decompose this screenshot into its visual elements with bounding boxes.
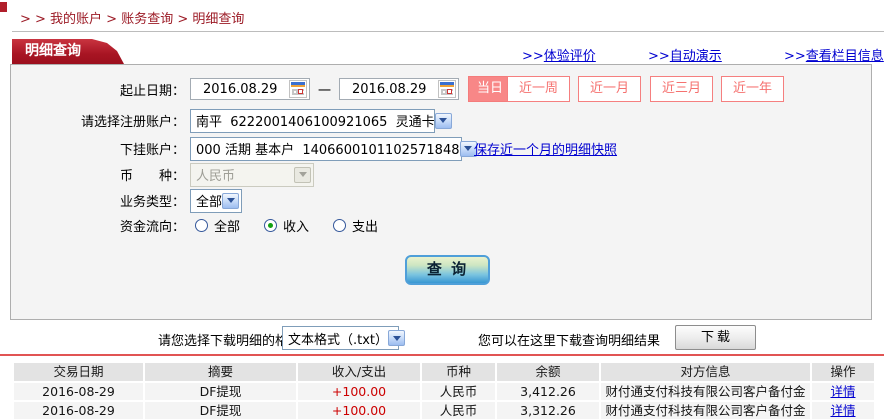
date-from-value: 2016.08.29 [203, 81, 278, 97]
fund-flow-row: 资金流向： 全部 收入 支出 [10, 216, 378, 235]
registered-account-select[interactable]: 南平 6222001406100921065 灵通卡 [190, 108, 452, 133]
dropdown-arrow-icon[interactable] [434, 112, 452, 129]
query-button[interactable]: 查 询 [405, 255, 490, 285]
cell-amount: +100.00 [298, 383, 420, 400]
dropdown-arrow-icon[interactable] [222, 192, 240, 209]
link-view-column-info[interactable]: >>查看栏目信息 [784, 45, 884, 64]
breadcrumb[interactable]: > > 我的账户 > 账务查询 > 明细查询 [20, 8, 244, 27]
date-range-label: 起止日期： [119, 83, 185, 99]
business-type-select[interactable]: 全部 [190, 188, 242, 213]
currency-label: 币 种： [119, 169, 185, 184]
quick-range-year-button[interactable]: 近一年 [721, 76, 784, 102]
link-label: 查看栏目信息 [805, 49, 884, 64]
download-row: 请您选择下载明细的格式 文本格式（.txt） 您可以在这里下载查询明细结果 下载 [0, 325, 884, 351]
currency-select-disabled: 人民币 [190, 162, 314, 187]
cell-action: 详情 [812, 402, 874, 419]
radio-unchecked-icon[interactable] [195, 218, 208, 232]
col-header-summary: 摘要 [145, 363, 296, 381]
tab-detail-query[interactable]: 明细查询 [12, 39, 124, 64]
cell-currency: 人民币 [422, 383, 495, 400]
transactions-table: 交易日期 摘要 收入/支出 币种 余额 对方信息 操作 2016-08-29 D… [14, 363, 874, 419]
business-type-label: 业务类型： [119, 195, 185, 210]
calendar-icon[interactable] [289, 80, 307, 98]
col-header-date: 交易日期 [14, 363, 143, 381]
cell-counterparty: 财付通支付科技有限公司客户备付金 [601, 402, 810, 419]
col-header-currency: 币种 [422, 363, 495, 381]
flow-option-income-label[interactable]: 收入 [283, 216, 309, 235]
col-header-amount: 收入/支出 [298, 363, 420, 381]
business-type-value: 全部 [196, 195, 223, 210]
save-snapshot-link[interactable]: 保存近一个月的明细快照 [474, 139, 617, 158]
dropdown-arrow-icon[interactable] [388, 330, 406, 346]
cell-balance: 3,312.26 [497, 402, 599, 419]
download-button[interactable]: 下载 [675, 325, 756, 350]
cell-summary: DF提现 [145, 383, 296, 400]
business-type-row: 业务类型： 全部 [10, 188, 242, 213]
sub-account-row: 下挂账户： 000 活期 基本户 1406600101102571848 保存近… [10, 136, 617, 161]
cell-action: 详情 [812, 383, 874, 400]
registered-account-label: 请选择注册账户： [80, 115, 185, 130]
flow-option-all[interactable]: 全部 [195, 216, 240, 235]
col-header-action: 操作 [812, 363, 874, 381]
flow-option-expense-label[interactable]: 支出 [352, 216, 378, 235]
cell-currency: 人民币 [422, 402, 495, 419]
col-header-counterparty: 对方信息 [601, 363, 810, 381]
detail-link[interactable]: 详情 [830, 384, 855, 399]
flow-option-expense[interactable]: 支出 [333, 216, 378, 235]
table-top-divider [0, 354, 884, 356]
link-experience-feedback[interactable]: >>体验评价 [522, 45, 596, 64]
link-label: 体验评价 [543, 49, 596, 64]
cell-summary: DF提现 [145, 402, 296, 419]
date-separator: 一 [318, 83, 332, 99]
sub-account-select[interactable]: 000 活期 基本户 1406600101102571848 [190, 136, 477, 161]
calendar-icon[interactable] [438, 80, 457, 98]
download-format-value: 文本格式（.txt） [288, 332, 389, 348]
link-prefix: >> [522, 49, 544, 64]
quick-range-quarter-button[interactable]: 近三月 [650, 76, 713, 102]
link-label: 自动演示 [669, 49, 722, 64]
cell-amount: +100.00 [298, 402, 420, 419]
radio-unchecked-icon[interactable] [333, 218, 347, 232]
corner-mark [0, 2, 7, 12]
download-format-select[interactable]: 文本格式（.txt） [282, 326, 406, 350]
cell-counterparty: 财付通支付科技有限公司客户备付金 [601, 383, 810, 400]
currency-row: 币 种： 人民币 [10, 162, 314, 187]
col-header-balance: 余额 [497, 363, 599, 381]
detail-link[interactable]: 详情 [830, 403, 855, 418]
detail-query-page: > > 我的账户 > 账务查询 > 明细查询 明细查询 >>体验评价 >>自动演… [0, 0, 884, 420]
quick-range-month-button[interactable]: 近一月 [578, 76, 641, 102]
date-to-value: 2016.08.29 [352, 81, 427, 97]
flow-option-income[interactable]: 收入 [264, 216, 309, 235]
link-prefix: >> [784, 49, 806, 64]
date-to-input[interactable]: 2016.08.29 [339, 78, 460, 100]
fund-flow-label: 资金流向： [119, 219, 185, 235]
link-prefix: >> [648, 49, 670, 64]
cell-balance: 3,412.26 [497, 383, 599, 400]
currency-value: 人民币 [196, 169, 236, 184]
breadcrumb-divider [12, 31, 884, 32]
dropdown-arrow-icon [294, 166, 311, 183]
sub-account-label: 下挂账户： [119, 143, 185, 158]
date-range-row: 起止日期： 2016.08.29 一 2016.08.29 [10, 77, 460, 101]
radio-checked-icon[interactable] [264, 218, 278, 232]
quick-range-week-button[interactable]: 近一周 [507, 76, 570, 102]
registered-account-row: 请选择注册账户： 南平 6222001406100921065 灵通卡 [10, 108, 452, 133]
flow-option-all-label[interactable]: 全部 [214, 216, 240, 235]
download-hint: 您可以在这里下载查询明细结果 [478, 334, 661, 349]
quick-range-today-button[interactable]: 当日 [468, 76, 512, 102]
cell-date: 2016-08-29 [14, 402, 143, 419]
date-from-input[interactable]: 2016.08.29 [190, 78, 310, 100]
download-format-label: 请您选择下载明细的格式 [158, 334, 302, 349]
registered-account-value: 南平 6222001406100921065 灵通卡 [196, 115, 435, 130]
sub-account-value: 000 活期 基本户 1406600101102571848 [196, 143, 460, 158]
link-auto-demo[interactable]: >>自动演示 [648, 45, 722, 64]
cell-date: 2016-08-29 [14, 383, 143, 400]
